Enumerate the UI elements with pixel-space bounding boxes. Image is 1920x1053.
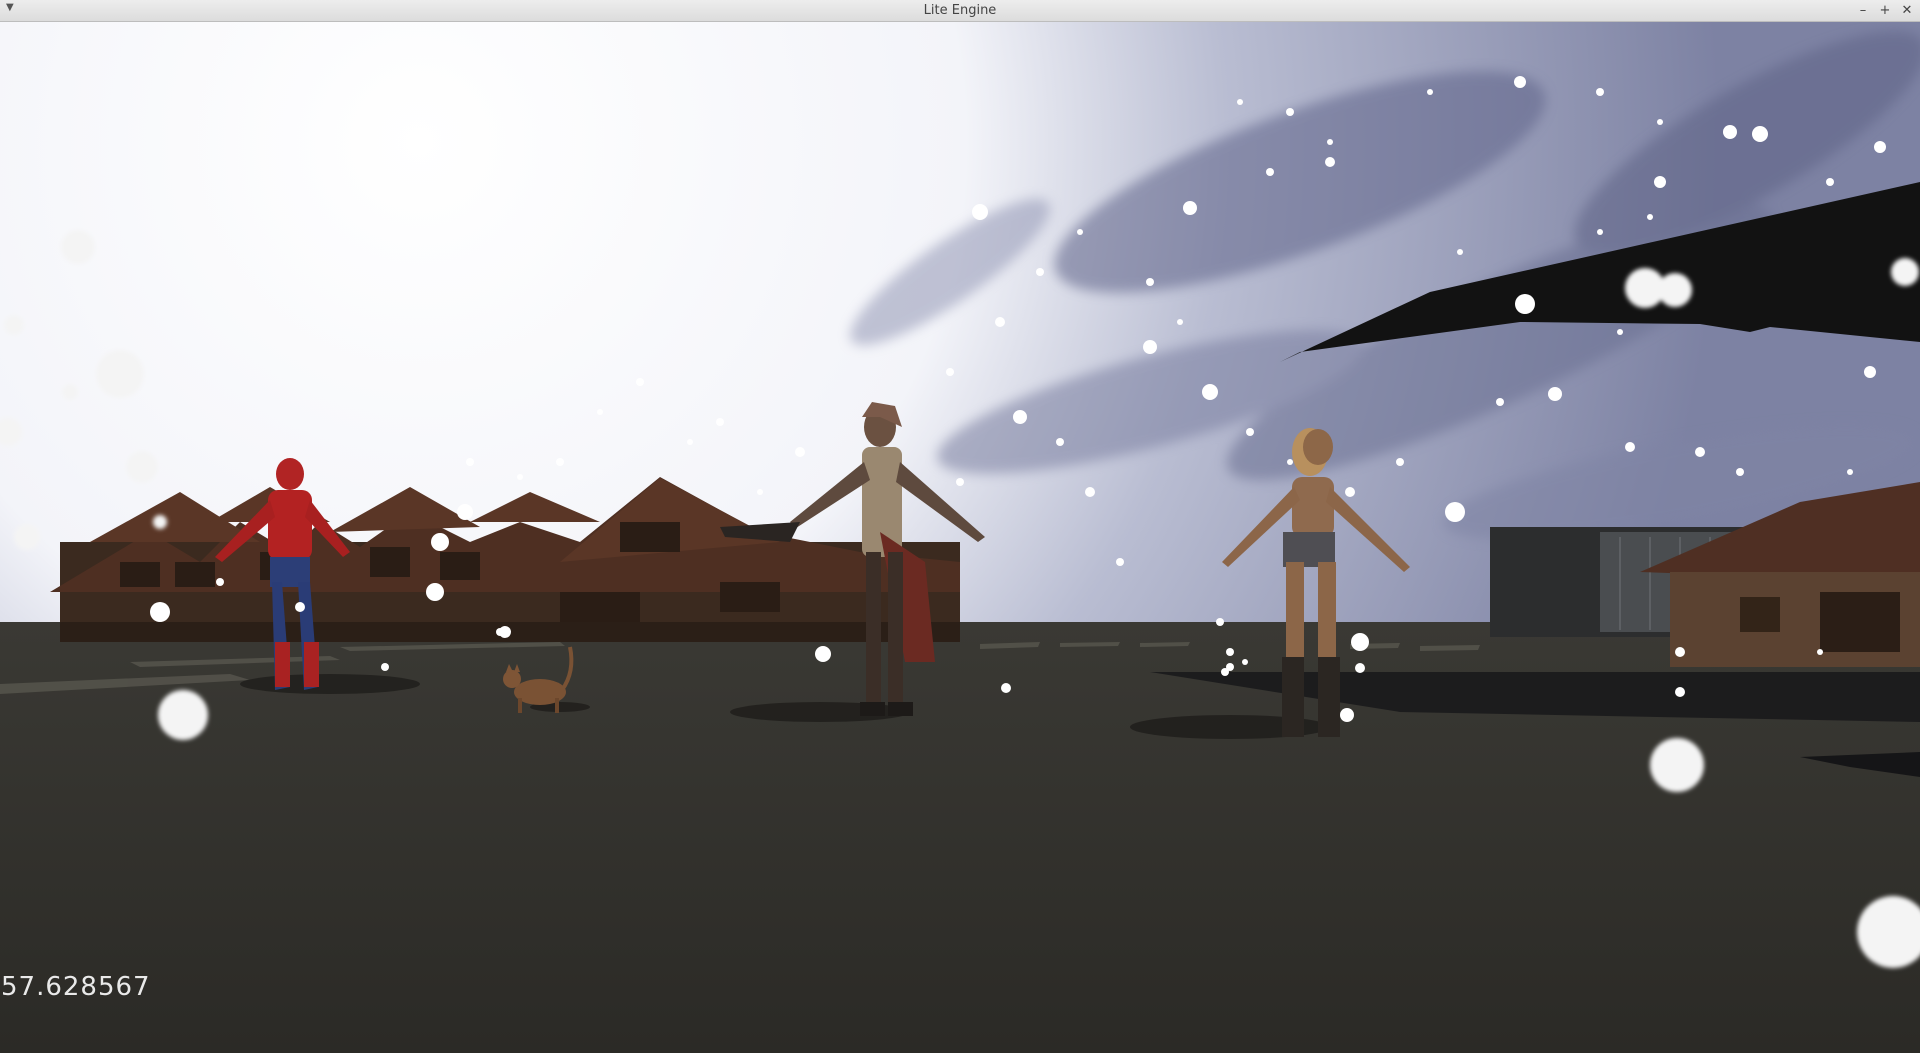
fps-counter: 57.628567 xyxy=(1,972,151,1002)
minimize-button[interactable]: – xyxy=(1854,2,1872,20)
app-window: ▼ Lite Engine – + ✕ 57.628567 xyxy=(0,0,1920,1053)
scene-canvas xyxy=(0,22,1920,1053)
close-button[interactable]: ✕ xyxy=(1898,2,1916,20)
render-viewport[interactable]: 57.628567 xyxy=(0,22,1920,1053)
window-title: Lite Engine xyxy=(923,3,997,18)
title-bar[interactable]: ▼ Lite Engine – + ✕ xyxy=(0,0,1920,22)
maximize-button[interactable]: + xyxy=(1876,2,1894,20)
